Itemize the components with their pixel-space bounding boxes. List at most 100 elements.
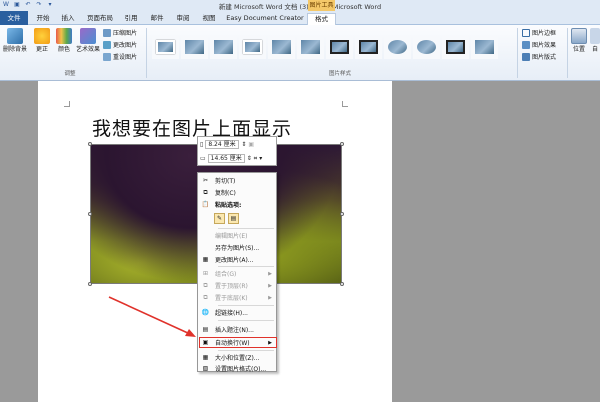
picture-style-thumb[interactable] (268, 35, 295, 59)
change-picture-icon (103, 40, 111, 49)
resize-handle[interactable] (88, 282, 92, 286)
resize-handle[interactable] (88, 142, 92, 146)
paste-keep-format-icon[interactable]: ✎ (214, 213, 225, 224)
height-icon: ▯ (200, 141, 204, 148)
ribbon: 删除背景 更正 颜色 艺术效果 压缩图片 更改图片 重设图片 调整 图片样式 图… (0, 25, 600, 81)
compress-pictures-button[interactable]: 压缩图片 (103, 28, 137, 37)
caption-icon: ▤ (202, 326, 209, 333)
picture-border-icon (522, 28, 530, 37)
spin-icon[interactable]: ⇕ (247, 155, 252, 162)
remove-background-button[interactable]: 删除背景 (2, 28, 28, 53)
change-picture-icon: ▦ (202, 256, 209, 263)
tab-format[interactable]: 格式 (307, 13, 336, 25)
menu-item-bring-to-front: ⧉ 置于顶层(R) ▶ (198, 280, 276, 291)
picture-style-thumb[interactable] (210, 35, 237, 59)
group-separator (146, 28, 147, 78)
menu-item-send-to-back: ⧉ 置于底层(K) ▶ (198, 292, 276, 303)
menu-item-format-picture[interactable]: ▧ 设置图片格式(O)... (198, 363, 276, 374)
menu-item-group: ⊞ 组合(G) ▶ (202, 270, 272, 278)
change-picture-button[interactable]: 更改图片 (103, 40, 137, 49)
tab-easy-document-creator[interactable]: Easy Document Creator (226, 13, 304, 25)
document-area: 我想要在图片上面显示 (0, 81, 600, 402)
corrections-icon (34, 28, 50, 44)
reset-picture-icon (103, 52, 111, 61)
bring-forward-icon: ▣ (248, 141, 255, 148)
menu-separator (218, 228, 274, 229)
position-icon (571, 28, 587, 44)
picture-style-thumb[interactable] (297, 35, 324, 59)
send-to-back-icon: ⧉ (203, 294, 208, 301)
picture-style-thumb[interactable] (355, 35, 382, 59)
menu-separator (218, 320, 274, 321)
picture-style-thumb[interactable] (442, 35, 469, 59)
submenu-arrow-icon: ▶ (268, 282, 272, 289)
picture-style-thumb[interactable] (152, 35, 179, 59)
picture-layout-button[interactable]: 图片版式 (522, 52, 556, 61)
menu-item-insert-caption[interactable]: ▤ 插入题注(N)... (198, 324, 276, 335)
picture-style-thumb[interactable] (239, 35, 266, 59)
position-button[interactable]: 位置 (570, 28, 588, 53)
tab-home[interactable]: 开始 (33, 13, 53, 25)
picture-tools-group-label: 图片工具 (308, 0, 335, 11)
menu-item-cut[interactable]: ✂ 剪切(T) (198, 175, 276, 186)
picture-style-thumb[interactable] (413, 35, 440, 59)
resize-handle[interactable] (340, 142, 344, 146)
wrap-text-button[interactable]: 自 (590, 28, 600, 53)
menu-item-copy[interactable]: ⧉ 复制(C) (198, 187, 276, 198)
window-title: 新建 Microsoft Word 文档 (3).docx - Microsof… (218, 3, 382, 11)
picture-style-thumb[interactable] (326, 35, 353, 59)
bring-to-front-icon: ⧉ (203, 282, 208, 289)
corrections-button[interactable]: 更正 (32, 28, 52, 53)
paste-picture-icon[interactable]: ▤ (228, 213, 239, 224)
submenu-arrow-icon: ▶ (268, 294, 272, 301)
picture-effects-button[interactable]: 图片效果 (522, 40, 556, 49)
ribbon-tab-bar: 文件 开始 插入 页面布局 引用 邮件 审阅 视图 Easy Document … (0, 11, 600, 25)
tab-review[interactable]: 审阅 (173, 13, 193, 25)
menu-separator (218, 305, 274, 306)
group-separator (567, 28, 568, 78)
resize-handle[interactable] (340, 282, 344, 286)
cut-icon: ✂ (202, 177, 209, 184)
menu-item-hyperlink[interactable]: 🌐 超链接(H)... (198, 307, 276, 318)
menu-item-save-as-picture[interactable]: 另存为图片(S)... (198, 242, 276, 253)
crop-icon[interactable]: ⌗ (254, 155, 257, 163)
tab-mailings[interactable]: 邮件 (147, 13, 167, 25)
artistic-effects-button[interactable]: 艺术效果 (75, 28, 101, 53)
menu-item-size-and-position[interactable]: ▦ 大小和位置(Z)... (198, 352, 276, 363)
tab-page-layout[interactable]: 页面布局 (84, 13, 116, 25)
menu-separator (218, 350, 274, 351)
menu-item-change-picture[interactable]: ▦ 更改图片(A)... (198, 254, 276, 265)
color-icon (56, 28, 72, 44)
width-icon: ▭ (200, 155, 206, 162)
paste-options: ✎ ▤ (214, 213, 239, 224)
picture-style-thumb[interactable] (471, 35, 498, 59)
tab-file[interactable]: 文件 (0, 11, 28, 25)
text-wrap-icon[interactable]: ▾ (259, 155, 262, 162)
reset-picture-button[interactable]: 重设图片 (103, 52, 137, 61)
picture-effects-icon (522, 40, 530, 49)
picture-style-thumb[interactable] (181, 35, 208, 59)
picture-style-thumb[interactable] (384, 35, 411, 59)
picture-border-button[interactable]: 图片边框 (522, 28, 556, 37)
menu-item-edit-picture: 编辑图片(E) (215, 233, 248, 240)
paste-icon: 📋 (201, 201, 210, 208)
title-bar: W ▣ ↶ ↷ ▾ 新建 Microsoft Word 文档 (3).docx … (0, 0, 600, 11)
color-button[interactable]: 颜色 (54, 28, 74, 53)
tab-insert[interactable]: 插入 (58, 13, 78, 25)
width-field[interactable]: 14.65 厘米 (207, 154, 245, 163)
menu-separator (218, 266, 274, 267)
tab-references[interactable]: 引用 (121, 13, 141, 25)
wrap-text-icon (590, 28, 600, 44)
remove-background-icon (7, 28, 23, 44)
resize-handle[interactable] (88, 212, 92, 216)
tab-view[interactable]: 视图 (199, 13, 219, 25)
resize-handle[interactable] (340, 212, 344, 216)
picture-styles-gallery[interactable] (149, 28, 514, 66)
context-menu: ✂ 剪切(T) ⧉ 复制(C) 📋 粘贴选项: ✎ ▤ 编辑图片(E) 另存为图片(S… (197, 172, 277, 374)
picture-layout-icon (522, 52, 530, 61)
height-field[interactable]: 8.24 厘米 (205, 140, 240, 149)
size-position-icon: ▦ (202, 354, 209, 361)
group-icon: ⊞ (202, 270, 209, 277)
spin-icon[interactable]: ⇕ (241, 141, 246, 148)
format-picture-icon: ▧ (202, 365, 209, 372)
